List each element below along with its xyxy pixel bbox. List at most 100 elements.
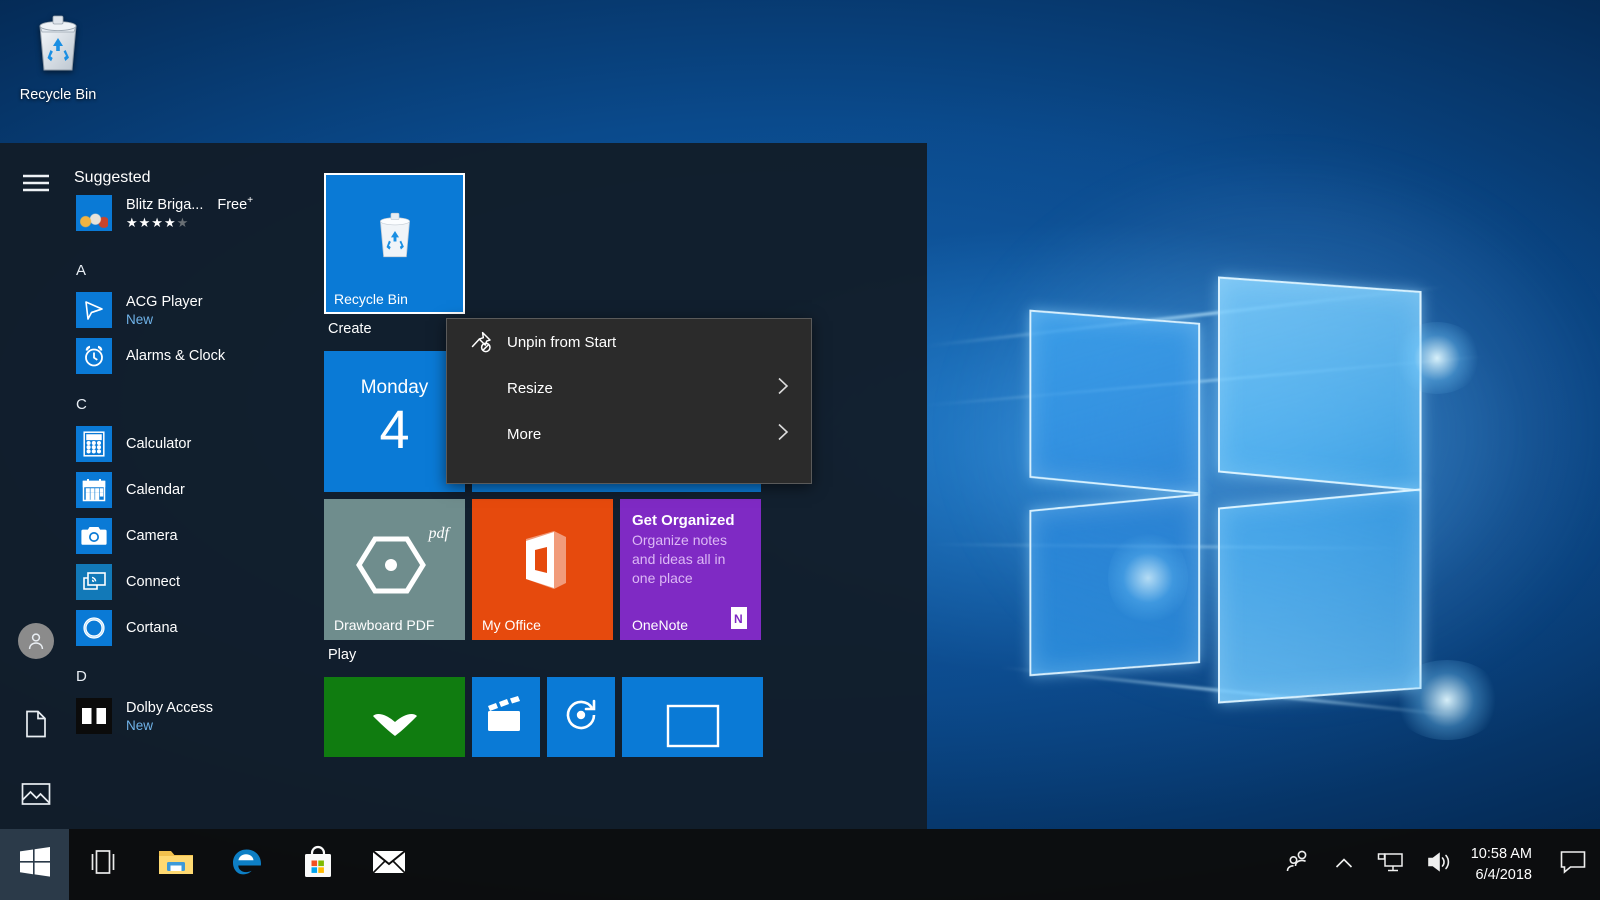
task-view-button[interactable] <box>69 829 140 900</box>
store-icon <box>665 703 721 754</box>
chevron-right-icon <box>777 377 789 399</box>
tile-drawboard-pdf[interactable]: pdf Drawboard PDF <box>324 499 465 640</box>
pictures-button[interactable] <box>0 768 72 824</box>
hamburger-icon <box>22 173 50 198</box>
tiles-area: Recycle Bin Create Monday 4 <box>320 143 927 829</box>
app-list-item-camera[interactable]: Camera <box>72 513 320 559</box>
network-monitor-icon <box>1377 851 1403 878</box>
windows-logo-icon <box>20 847 50 882</box>
action-center-button[interactable] <box>1546 829 1600 900</box>
store-button[interactable] <box>282 829 353 900</box>
wallpaper-hotspot <box>1108 530 1188 626</box>
tile-group-title-play[interactable]: Play <box>328 647 907 667</box>
file-explorer-button[interactable] <box>140 829 211 900</box>
suggested-app-name: Blitz Briga... <box>126 197 203 213</box>
unpin-icon <box>469 330 503 354</box>
chevron-up-icon <box>1335 856 1353 874</box>
chevron-right-icon <box>777 423 789 445</box>
hamburger-menu-button[interactable] <box>0 157 72 213</box>
context-menu-item-label: Unpin from Start <box>507 334 616 351</box>
speaker-icon <box>1427 851 1453 878</box>
context-menu-item-unpin-from-start[interactable]: Unpin from Start <box>447 319 811 365</box>
svg-text:N: N <box>734 612 743 626</box>
app-list-item-calculator[interactable]: Calculator <box>72 421 320 467</box>
task-view-icon <box>90 849 120 880</box>
desktop-icon-label: Recycle Bin <box>20 87 97 103</box>
alpha-header-a[interactable]: A <box>72 245 320 287</box>
app-list-item-cortana[interactable]: Cortana <box>72 605 320 651</box>
alpha-header-c[interactable]: C <box>72 379 320 421</box>
mail-envelope-icon <box>372 849 406 880</box>
onenote-tile-body: Organize notes and ideas all in one plac… <box>632 531 749 588</box>
network-button[interactable] <box>1365 829 1415 900</box>
context-menu-item-label: More <box>507 426 541 443</box>
tile-label: Recycle Bin <box>334 291 408 307</box>
tile-groove-music[interactable] <box>547 677 615 757</box>
tile-xbox[interactable] <box>324 677 465 757</box>
app-name: Dolby Access <box>126 699 213 717</box>
app-sub-label: New <box>126 311 203 328</box>
tile-calendar[interactable]: Monday 4 <box>324 351 465 492</box>
app-name: Calculator <box>126 435 191 453</box>
store-bag-icon <box>302 845 334 884</box>
wallpaper-hotspot <box>1392 322 1482 394</box>
app-list-item-dolby-access[interactable]: Dolby Access New <box>72 693 320 739</box>
app-name: Cortana <box>126 619 178 637</box>
recycle-bin-icon <box>370 208 420 267</box>
people-button[interactable] <box>1273 829 1323 900</box>
system-tray: 10:58 AM 6/4/2018 <box>1273 829 1600 900</box>
tile-movies-tv[interactable] <box>472 677 540 757</box>
cortana-icon <box>76 610 112 646</box>
dolby-access-icon <box>76 698 112 734</box>
picture-icon <box>21 781 51 812</box>
alpha-header-d[interactable]: D <box>72 651 320 693</box>
start-button[interactable] <box>0 829 69 900</box>
context-menu-item-resize[interactable]: Resize <box>447 365 811 411</box>
documents-button[interactable] <box>0 698 72 754</box>
action-center-icon <box>1560 850 1586 879</box>
show-hidden-icons-button[interactable] <box>1323 829 1365 900</box>
tile-label: OneNote <box>632 617 688 633</box>
app-name: Calendar <box>126 481 185 499</box>
tile-store[interactable] <box>622 677 763 757</box>
app-name: Connect <box>126 573 180 591</box>
groove-music-icon <box>561 695 601 740</box>
document-icon <box>24 710 48 743</box>
app-list-item-alarms-clock[interactable]: Alarms & Clock <box>72 333 320 379</box>
clock-time: 10:58 AM <box>1471 844 1532 865</box>
app-name: Camera <box>126 527 178 545</box>
start-menu: Suggested Blitz Briga... Free+ ★★★★★ A <box>0 143 927 829</box>
desktop-icon-recycle-bin[interactable]: Recycle Bin <box>12 10 104 103</box>
context-menu-item-more[interactable]: More <box>447 411 811 457</box>
edge-button[interactable] <box>211 829 282 900</box>
suggested-title: Suggested <box>72 169 320 193</box>
app-list-item-calendar[interactable]: Calendar <box>72 467 320 513</box>
start-menu-rail <box>0 143 72 829</box>
app-sub-label: New <box>126 717 213 734</box>
tile-label: Drawboard PDF <box>334 617 434 633</box>
recycle-bin-icon <box>27 10 89 81</box>
app-list[interactable]: Suggested Blitz Briga... Free+ ★★★★★ A <box>72 143 320 829</box>
wallpaper-windows-logo <box>1016 275 1434 705</box>
suggested-app-blitz-brigade[interactable]: Blitz Briga... Free+ ★★★★★ <box>72 193 320 245</box>
tile-recycle-bin[interactable]: Recycle Bin <box>324 173 465 314</box>
app-list-item-acg-player[interactable]: ACG Player New <box>72 287 320 333</box>
tile-label: My Office <box>482 617 541 633</box>
camera-icon <box>76 518 112 554</box>
calendar-tile-date: 4 <box>379 399 409 461</box>
blitz-brigade-icon <box>76 195 112 231</box>
user-account-button[interactable] <box>0 613 72 669</box>
mail-button[interactable] <box>353 829 424 900</box>
clock[interactable]: 10:58 AM 6/4/2018 <box>1465 829 1546 900</box>
tile-my-office[interactable]: My Office <box>472 499 613 640</box>
connect-icon <box>76 564 112 600</box>
wallpaper-hotspot <box>1392 660 1502 740</box>
app-list-item-connect[interactable]: Connect <box>72 559 320 605</box>
calendar-icon <box>76 472 112 508</box>
tile-onenote[interactable]: Get Organized Organize notes and ideas a… <box>620 499 761 640</box>
edge-icon <box>230 845 264 884</box>
suggested-app-price: Free+ <box>217 195 253 213</box>
volume-button[interactable] <box>1415 829 1465 900</box>
app-name: Alarms & Clock <box>126 347 225 365</box>
context-menu-item-label: Resize <box>507 380 553 397</box>
